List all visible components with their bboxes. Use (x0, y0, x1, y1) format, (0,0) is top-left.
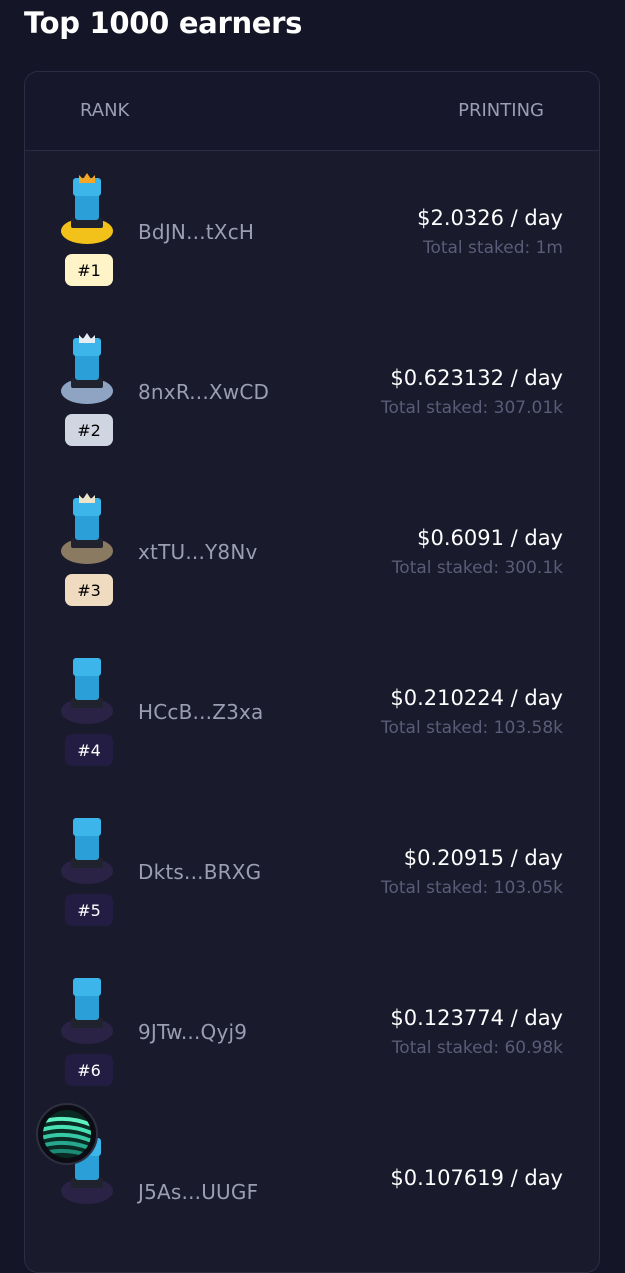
avatar: #3 (55, 493, 119, 606)
table-header: RANK PRINTING (25, 72, 599, 151)
rank-badge: #4 (65, 734, 113, 766)
total-staked: Total staked: 1m (422, 238, 563, 258)
leaderboard-row[interactable]: #3 xtTU...Y8Nv $0.6091 / day Total staked: … (25, 472, 599, 632)
wallet-address[interactable]: J5As...UUGF (138, 1180, 258, 1204)
rank-column-header: RANK (80, 100, 130, 121)
total-staked: Total staked: 60.98k (391, 1038, 563, 1058)
daily-earnings: $0.210224 / day (390, 686, 563, 710)
leaderboard-row[interactable]: #6 9JTw...Qyj9 $0.123774 / day Total staked… (25, 952, 599, 1112)
crown-icon (79, 488, 95, 503)
avatar: #2 (55, 333, 119, 446)
page-title: Top 1000 earners (24, 6, 303, 40)
daily-earnings: $2.0326 / day (417, 206, 563, 230)
total-staked: Total staked: 307.01k (381, 398, 563, 418)
leaderboard-row[interactable]: #4 HCcB...Z3xa $0.210224 / day Total staked… (25, 632, 599, 792)
leaderboard-panel: RANK PRINTING #1 BdJN...tXcH $2.0326 / day… (24, 71, 600, 1273)
rank-badge: #2 (65, 414, 113, 446)
floating-action-button[interactable] (36, 1103, 98, 1165)
leaderboard-row[interactable]: #1 BdJN...tXcH $2.0326 / day Total staked: … (25, 152, 599, 312)
daily-earnings: $0.107619 / day (390, 1166, 563, 1190)
printing-column-header: PRINTING (458, 100, 544, 121)
total-staked: Total staked: 103.58k (381, 718, 563, 738)
robot-head-icon (73, 978, 101, 996)
wallet-address[interactable]: xtTU...Y8Nv (138, 540, 258, 564)
crown-icon (79, 168, 95, 183)
striped-sphere-icon (43, 1110, 91, 1158)
daily-earnings: $0.6091 / day (417, 526, 563, 550)
total-staked: Total staked: 300.1k (391, 558, 563, 578)
crown-icon (79, 328, 95, 343)
rank-badge: #6 (65, 1054, 113, 1086)
daily-earnings: $0.20915 / day (403, 846, 563, 870)
daily-earnings: $0.123774 / day (390, 1006, 563, 1030)
daily-earnings: $0.623132 / day (390, 366, 563, 390)
avatar: #5 (55, 814, 119, 926)
leaderboard-row[interactable]: J5As...UUGF $0.107619 / day (25, 1112, 599, 1272)
wallet-address[interactable]: HCcB...Z3xa (138, 700, 264, 724)
wallet-address[interactable]: 9JTw...Qyj9 (138, 1020, 247, 1044)
wallet-address[interactable]: BdJN...tXcH (138, 220, 254, 244)
robot-head-icon (73, 818, 101, 836)
wallet-address[interactable]: Dkts...BRXG (138, 860, 261, 884)
robot-head-icon (73, 658, 101, 676)
rank-badge: #3 (65, 574, 113, 606)
leaderboard-row[interactable]: #2 8nxR...XwCD $0.623132 / day Total staked… (25, 312, 599, 472)
leaderboard-row[interactable]: #5 Dkts...BRXG $0.20915 / day Total staked:… (25, 792, 599, 952)
wallet-address[interactable]: 8nxR...XwCD (138, 380, 269, 404)
avatar: #6 (55, 974, 119, 1086)
avatar: #1 (55, 173, 119, 286)
avatar: #4 (55, 654, 119, 766)
total-staked: Total staked: 103.05k (381, 878, 563, 898)
rank-badge: #1 (65, 254, 113, 286)
rank-badge: #5 (65, 894, 113, 926)
